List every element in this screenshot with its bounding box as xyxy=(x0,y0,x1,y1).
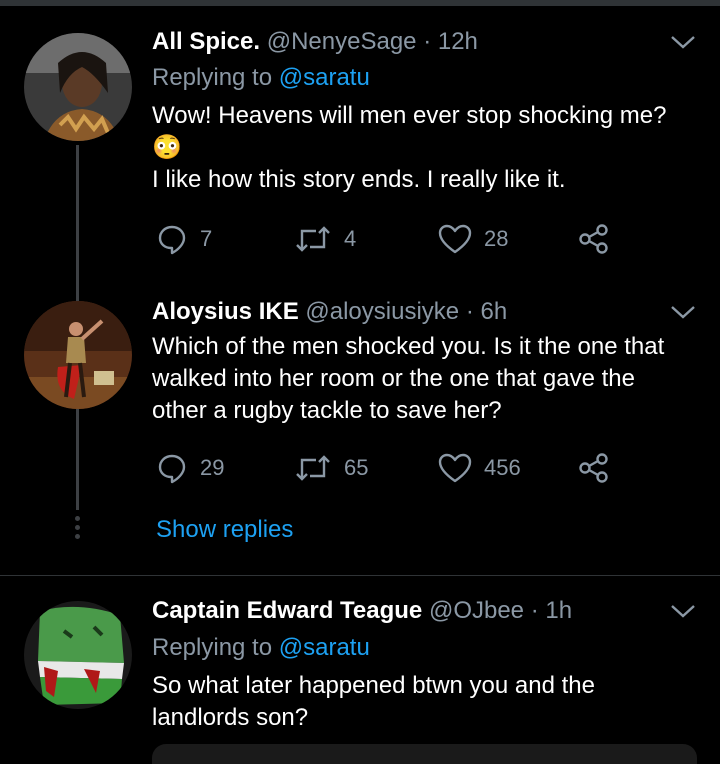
user-handle[interactable]: @aloysiusiyke xyxy=(305,298,459,325)
tweet-text-line: So what later happened btwn you and the xyxy=(152,672,595,699)
retweet-icon xyxy=(294,224,332,254)
heart-icon xyxy=(438,224,472,254)
replying-to: Replying to @saratu xyxy=(152,64,370,92)
reply-icon xyxy=(156,452,188,484)
tweet-header: Aloysius IKE @aloysiusiyke · 6h xyxy=(152,298,507,326)
user-handle[interactable]: @NenyeSage xyxy=(267,28,417,55)
timestamp[interactable]: 6h xyxy=(480,298,507,325)
thread-dots xyxy=(75,516,80,543)
user-handle[interactable]: @OJbee xyxy=(429,597,524,624)
display-name[interactable]: Captain Edward Teague xyxy=(152,597,422,624)
retweet-count: 4 xyxy=(344,226,357,251)
action-bar: 29 65 456 xyxy=(152,448,622,488)
replying-to: Replying to @saratu xyxy=(152,634,370,662)
tweet-text: So what later happened btwn you and the … xyxy=(152,670,697,734)
share-button[interactable] xyxy=(578,219,610,259)
show-replies-link[interactable]: Show replies xyxy=(156,516,293,544)
avatar[interactable] xyxy=(24,601,132,709)
timestamp[interactable]: 12h xyxy=(438,28,478,55)
separator-dot: · xyxy=(423,28,432,55)
separator-dot: · xyxy=(465,298,474,325)
tweet-text-line: other a rugby tackle to save her? xyxy=(152,397,502,424)
tweet-header: All Spice. @NenyeSage · 12h xyxy=(152,28,478,56)
reply-count: 7 xyxy=(200,226,213,251)
display-name[interactable]: All Spice. xyxy=(152,28,260,55)
tweet-text-line: Wow! Heavens will men ever stop shocking… xyxy=(152,102,667,129)
chevron-down-icon[interactable] xyxy=(670,34,696,55)
top-divider xyxy=(0,0,720,6)
separator-dot: · xyxy=(530,597,539,624)
emoji: 😳 xyxy=(152,134,182,161)
tweet-text: Which of the men shocked you. Is it the … xyxy=(152,331,697,427)
retweet-icon xyxy=(294,453,332,483)
avatar[interactable] xyxy=(24,301,132,409)
reply-button[interactable]: 29 xyxy=(156,448,224,488)
tweet-text-line: walked into her room or the one that gav… xyxy=(152,365,635,392)
action-bar: 7 4 28 xyxy=(152,219,622,259)
reply-count: 29 xyxy=(200,455,225,480)
tweet-text-line: Which of the men shocked you. Is it the … xyxy=(152,333,665,360)
mention-link[interactable]: @saratu xyxy=(279,64,370,91)
tweet-text-line: landlords son? xyxy=(152,704,309,731)
timestamp[interactable]: 1h xyxy=(545,597,572,624)
chevron-down-icon[interactable] xyxy=(670,603,696,624)
replying-to-label: Replying to xyxy=(152,64,273,91)
share-button[interactable] xyxy=(578,448,610,488)
like-count: 28 xyxy=(484,226,509,251)
retweet-count: 65 xyxy=(344,455,369,480)
share-icon xyxy=(578,223,610,255)
heart-icon xyxy=(438,453,472,483)
like-count: 456 xyxy=(484,455,521,480)
tweet-header: Captain Edward Teague @OJbee · 1h xyxy=(152,597,572,625)
tweet-divider xyxy=(0,575,720,576)
reply-icon xyxy=(156,223,188,255)
media-card[interactable] xyxy=(152,744,697,764)
retweet-button[interactable]: 65 xyxy=(294,448,368,488)
retweet-button[interactable]: 4 xyxy=(294,219,356,259)
like-button[interactable]: 28 xyxy=(438,219,508,259)
chevron-down-icon[interactable] xyxy=(670,304,696,325)
reply-button[interactable]: 7 xyxy=(156,219,212,259)
share-icon xyxy=(578,452,610,484)
like-button[interactable]: 456 xyxy=(438,448,521,488)
tweet-text: Wow! Heavens will men ever stop shocking… xyxy=(152,100,697,196)
replying-to-label: Replying to xyxy=(152,634,273,661)
tweet-text-line: I like how this story ends. I really lik… xyxy=(152,166,566,193)
mention-link[interactable]: @saratu xyxy=(279,634,370,661)
avatar[interactable] xyxy=(24,33,132,141)
display-name[interactable]: Aloysius IKE xyxy=(152,298,299,325)
